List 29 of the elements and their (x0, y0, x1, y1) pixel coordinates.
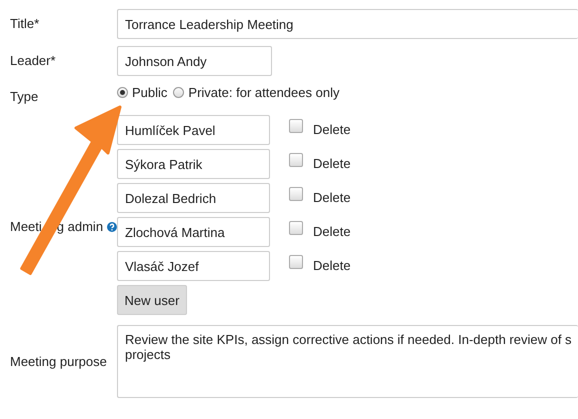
checkbox[interactable] (289, 153, 303, 167)
field-label: Meeting purpose (10, 354, 108, 370)
user-field[interactable]: Zlochová Martina (117, 217, 270, 247)
radio-label: Private: for attendees only (188, 85, 340, 100)
user-field[interactable]: Humlíček Pavel (117, 115, 270, 145)
user-field[interactable]: Dolezal Bedrich (117, 183, 270, 213)
checkbox[interactable] (289, 187, 303, 201)
checkbox-label: Delete (313, 156, 351, 172)
radio-button[interactable] (117, 87, 128, 98)
checkbox-label: Delete (313, 122, 351, 138)
radio-label: Public (132, 85, 168, 100)
user-field[interactable]: Vlasáč Jozef (117, 251, 270, 281)
radio-button[interactable] (173, 87, 184, 98)
field-label: Meeti (10, 219, 42, 234)
user-field[interactable]: Sýkora Patrik (117, 149, 270, 179)
checkbox[interactable] (289, 255, 303, 269)
checkbox[interactable] (289, 119, 303, 133)
help-icon[interactable] (107, 220, 117, 234)
purpose-field[interactable]: Review the site KPIs, assign corrective actions if needed. In-depth review of s projects (117, 325, 578, 398)
checkbox-label: Delete (313, 224, 351, 240)
checkbox[interactable] (289, 221, 303, 235)
field-label: Type (10, 88, 40, 105)
new-user-button[interactable]: New user (117, 285, 187, 315)
field-label: Leader* (10, 53, 57, 69)
field-label: Title* (10, 16, 40, 32)
title-field[interactable]: Torrance Leadership Meeting (117, 9, 578, 39)
leader-field[interactable]: Johnson Andy (117, 46, 272, 76)
checkbox-label: Delete (313, 190, 351, 206)
checkbox-label: Delete (313, 258, 351, 274)
